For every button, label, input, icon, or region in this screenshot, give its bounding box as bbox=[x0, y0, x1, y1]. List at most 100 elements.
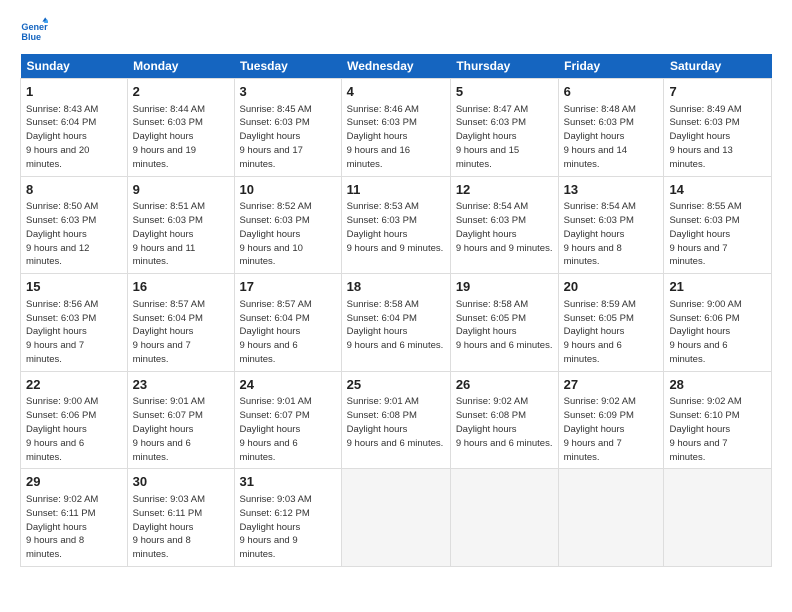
col-header-monday: Monday bbox=[127, 54, 234, 79]
day-cell: 12 Sunrise: 8:54 AMSunset: 6:03 PMDayligh… bbox=[450, 176, 558, 274]
week-row-3: 15Sunrise: 8:56 AMSunset: 6:03 PMDayligh… bbox=[21, 274, 772, 372]
day-number: 29 bbox=[26, 473, 122, 491]
day-number: 4 bbox=[347, 83, 445, 101]
day-info: Sunrise: 8:51 AMSunset: 6:03 PMDaylight … bbox=[133, 201, 205, 267]
day-info: Sunrise: 9:01 AMSunset: 6:08 PMDaylight … bbox=[347, 396, 444, 448]
day-cell: 17 Sunrise: 8:57 AMSunset: 6:04 PMDayligh… bbox=[234, 274, 341, 372]
col-header-thursday: Thursday bbox=[450, 54, 558, 79]
day-number: 22 bbox=[26, 376, 122, 394]
day-cell: 2 Sunrise: 8:44 AMSunset: 6:03 PMDaylight… bbox=[127, 79, 234, 177]
day-info: Sunrise: 8:50 AMSunset: 6:03 PMDaylight … bbox=[26, 201, 98, 267]
day-cell bbox=[558, 469, 664, 567]
day-cell: 11 Sunrise: 8:53 AMSunset: 6:03 PMDayligh… bbox=[341, 176, 450, 274]
day-cell: 3Sunrise: 8:45 AMSunset: 6:03 PMDaylight… bbox=[234, 79, 341, 177]
day-info: Sunrise: 9:03 AMSunset: 6:12 PMDaylight … bbox=[240, 494, 312, 560]
day-info: Sunrise: 8:43 AMSunset: 6:04 PMDaylight … bbox=[26, 104, 98, 170]
day-cell bbox=[450, 469, 558, 567]
day-cell: 1Sunrise: 8:43 AMSunset: 6:04 PMDaylight… bbox=[21, 79, 128, 177]
col-header-tuesday: Tuesday bbox=[234, 54, 341, 79]
week-row-1: 1Sunrise: 8:43 AMSunset: 6:04 PMDaylight… bbox=[21, 79, 772, 177]
day-cell: 18 Sunrise: 8:58 AMSunset: 6:04 PMDayligh… bbox=[341, 274, 450, 372]
day-cell: 6 Sunrise: 8:48 AMSunset: 6:03 PMDaylight… bbox=[558, 79, 664, 177]
week-row-4: 22 Sunrise: 9:00 AMSunset: 6:06 PMDayligh… bbox=[21, 371, 772, 469]
day-cell: 28 Sunrise: 9:02 AMSunset: 6:10 PMDayligh… bbox=[664, 371, 772, 469]
day-cell: 15Sunrise: 8:56 AMSunset: 6:03 PMDayligh… bbox=[21, 274, 128, 372]
day-cell: 27 Sunrise: 9:02 AMSunset: 6:09 PMDayligh… bbox=[558, 371, 664, 469]
day-number: 27 bbox=[564, 376, 659, 394]
day-info: Sunrise: 8:47 AMSunset: 6:03 PMDaylight … bbox=[456, 104, 528, 170]
day-info: Sunrise: 8:52 AMSunset: 6:03 PMDaylight … bbox=[240, 201, 312, 267]
day-info: Sunrise: 8:49 AMSunset: 6:03 PMDaylight … bbox=[669, 104, 741, 170]
day-number: 17 bbox=[240, 278, 336, 296]
logo: General Blue bbox=[20, 16, 52, 44]
day-number: 8 bbox=[26, 181, 122, 199]
day-cell bbox=[664, 469, 772, 567]
day-info: Sunrise: 8:46 AMSunset: 6:03 PMDaylight … bbox=[347, 104, 419, 170]
day-cell: 26 Sunrise: 9:02 AMSunset: 6:08 PMDayligh… bbox=[450, 371, 558, 469]
day-info: Sunrise: 8:57 AMSunset: 6:04 PMDaylight … bbox=[133, 299, 205, 365]
day-number: 12 bbox=[456, 181, 553, 199]
day-cell: 7 Sunrise: 8:49 AMSunset: 6:03 PMDaylight… bbox=[664, 79, 772, 177]
day-cell: 14Sunrise: 8:55 AMSunset: 6:03 PMDayligh… bbox=[664, 176, 772, 274]
day-cell: 10Sunrise: 8:52 AMSunset: 6:03 PMDayligh… bbox=[234, 176, 341, 274]
day-cell: 22 Sunrise: 9:00 AMSunset: 6:06 PMDayligh… bbox=[21, 371, 128, 469]
day-number: 19 bbox=[456, 278, 553, 296]
day-number: 9 bbox=[133, 181, 229, 199]
day-info: Sunrise: 9:02 AMSunset: 6:10 PMDaylight … bbox=[669, 396, 741, 462]
day-number: 24 bbox=[240, 376, 336, 394]
day-info: Sunrise: 9:03 AMSunset: 6:11 PMDaylight … bbox=[133, 494, 205, 560]
day-number: 25 bbox=[347, 376, 445, 394]
day-number: 26 bbox=[456, 376, 553, 394]
day-cell: 13Sunrise: 8:54 AMSunset: 6:03 PMDayligh… bbox=[558, 176, 664, 274]
day-number: 2 bbox=[133, 83, 229, 101]
day-number: 21 bbox=[669, 278, 766, 296]
day-cell: 30 Sunrise: 9:03 AMSunset: 6:11 PMDayligh… bbox=[127, 469, 234, 567]
svg-text:General: General bbox=[21, 22, 48, 32]
day-info: Sunrise: 9:00 AMSunset: 6:06 PMDaylight … bbox=[669, 299, 741, 365]
day-info: Sunrise: 9:00 AMSunset: 6:06 PMDaylight … bbox=[26, 396, 98, 462]
day-info: Sunrise: 9:02 AMSunset: 6:09 PMDaylight … bbox=[564, 396, 636, 462]
day-cell: 29 Sunrise: 9:02 AMSunset: 6:11 PMDayligh… bbox=[21, 469, 128, 567]
day-info: Sunrise: 8:57 AMSunset: 6:04 PMDaylight … bbox=[240, 299, 312, 365]
day-number: 28 bbox=[669, 376, 766, 394]
logo-icon: General Blue bbox=[20, 16, 48, 44]
day-cell: 20Sunrise: 8:59 AMSunset: 6:05 PMDayligh… bbox=[558, 274, 664, 372]
day-cell: 9 Sunrise: 8:51 AMSunset: 6:03 PMDaylight… bbox=[127, 176, 234, 274]
col-header-sunday: Sunday bbox=[21, 54, 128, 79]
day-info: Sunrise: 9:01 AMSunset: 6:07 PMDaylight … bbox=[240, 396, 312, 462]
day-cell: 24 Sunrise: 9:01 AMSunset: 6:07 PMDayligh… bbox=[234, 371, 341, 469]
day-number: 18 bbox=[347, 278, 445, 296]
day-info: Sunrise: 8:48 AMSunset: 6:03 PMDaylight … bbox=[564, 104, 636, 170]
day-number: 11 bbox=[347, 181, 445, 199]
col-header-friday: Friday bbox=[558, 54, 664, 79]
day-cell: 21 Sunrise: 9:00 AMSunset: 6:06 PMDayligh… bbox=[664, 274, 772, 372]
day-number: 23 bbox=[133, 376, 229, 394]
day-cell: 5Sunrise: 8:47 AMSunset: 6:03 PMDaylight… bbox=[450, 79, 558, 177]
day-cell: 31 Sunrise: 9:03 AMSunset: 6:12 PMDayligh… bbox=[234, 469, 341, 567]
day-cell: 23 Sunrise: 9:01 AMSunset: 6:07 PMDayligh… bbox=[127, 371, 234, 469]
header: General Blue bbox=[20, 16, 772, 44]
calendar-table: SundayMondayTuesdayWednesdayThursdayFrid… bbox=[20, 54, 772, 567]
day-info: Sunrise: 9:01 AMSunset: 6:07 PMDaylight … bbox=[133, 396, 205, 462]
day-info: Sunrise: 8:45 AMSunset: 6:03 PMDaylight … bbox=[240, 104, 312, 170]
day-number: 6 bbox=[564, 83, 659, 101]
day-number: 7 bbox=[669, 83, 766, 101]
col-header-saturday: Saturday bbox=[664, 54, 772, 79]
day-info: Sunrise: 9:02 AMSunset: 6:08 PMDaylight … bbox=[456, 396, 553, 448]
day-info: Sunrise: 8:44 AMSunset: 6:03 PMDaylight … bbox=[133, 104, 205, 170]
day-info: Sunrise: 8:54 AMSunset: 6:03 PMDaylight … bbox=[456, 201, 553, 253]
day-number: 31 bbox=[240, 473, 336, 491]
day-info: Sunrise: 8:58 AMSunset: 6:04 PMDaylight … bbox=[347, 299, 444, 351]
day-info: Sunrise: 9:02 AMSunset: 6:11 PMDaylight … bbox=[26, 494, 98, 560]
col-header-wednesday: Wednesday bbox=[341, 54, 450, 79]
day-number: 15 bbox=[26, 278, 122, 296]
day-number: 16 bbox=[133, 278, 229, 296]
day-info: Sunrise: 8:53 AMSunset: 6:03 PMDaylight … bbox=[347, 201, 444, 253]
day-info: Sunrise: 8:55 AMSunset: 6:03 PMDaylight … bbox=[669, 201, 741, 267]
day-number: 30 bbox=[133, 473, 229, 491]
day-cell: 4 Sunrise: 8:46 AMSunset: 6:03 PMDaylight… bbox=[341, 79, 450, 177]
day-cell: 19Sunrise: 8:58 AMSunset: 6:05 PMDayligh… bbox=[450, 274, 558, 372]
day-info: Sunrise: 8:54 AMSunset: 6:03 PMDaylight … bbox=[564, 201, 636, 267]
day-info: Sunrise: 8:59 AMSunset: 6:05 PMDaylight … bbox=[564, 299, 636, 365]
week-row-2: 8 Sunrise: 8:50 AMSunset: 6:03 PMDaylight… bbox=[21, 176, 772, 274]
